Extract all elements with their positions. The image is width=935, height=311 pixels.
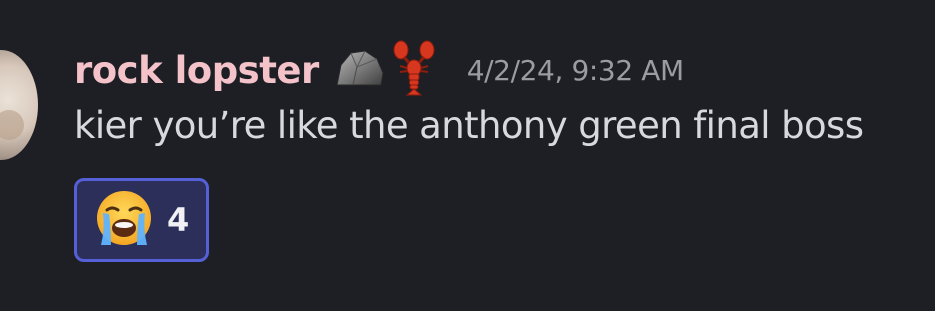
avatar[interactable] xyxy=(0,50,38,160)
reaction-button[interactable]: 4 xyxy=(74,178,209,262)
message-content: kier you’re like the anthony green final… xyxy=(74,104,864,147)
author-name[interactable]: rock lopster xyxy=(74,49,319,92)
message-header: rock lopster 4/2/24, 9:32 AM xyxy=(74,40,684,100)
chat-message: rock lopster 4/2/24, 9:32 AM kier you’re… xyxy=(0,0,935,311)
rock-icon xyxy=(331,45,387,95)
lobster-icon xyxy=(391,40,437,100)
timestamp[interactable]: 4/2/24, 9:32 AM xyxy=(467,54,684,87)
reaction-count: 4 xyxy=(167,201,190,239)
loudly-crying-face-icon xyxy=(95,189,153,251)
